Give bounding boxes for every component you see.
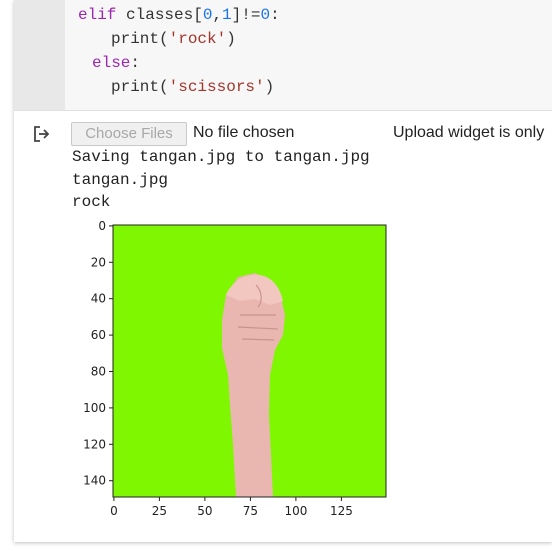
y-tick-label: 40: [91, 292, 106, 306]
image-plot: 0 20 40 60 80 100 120 140 0 25 50 75 100 125: [70, 215, 400, 530]
y-tick-label: 20: [91, 255, 106, 269]
x-tick-label: 100: [284, 504, 307, 518]
output-prediction-line: rock: [72, 193, 111, 211]
y-tick-label: 60: [91, 328, 106, 342]
y-axis-ticks: 0 20 40 60 80 100 120 140: [83, 219, 113, 488]
y-tick-label: 80: [91, 365, 106, 379]
output-saving-line: Saving tangan.jpg to tangan.jpg: [72, 148, 370, 166]
x-tick-label: 0: [110, 504, 118, 518]
output-filename-line: tangan.jpg: [72, 171, 169, 189]
choose-files-button[interactable]: Choose Files: [71, 122, 187, 146]
cell-gutter: [14, 0, 65, 110]
code-line-print-scissors: print('scissors'): [111, 78, 275, 96]
code-line-else: else:: [92, 54, 141, 72]
file-status-label: No file chosen: [193, 124, 295, 141]
y-tick-label: 140: [83, 474, 106, 488]
image-plot-svg: 0 20 40 60 80 100 120 140 0 25 50 75 100 125: [83, 219, 387, 518]
x-tick-label: 125: [330, 504, 353, 518]
x-axis-ticks: 0 25 50 75 100 125: [110, 497, 353, 518]
x-tick-label: 50: [197, 504, 212, 518]
code-line-print-rock: print('rock'): [111, 30, 236, 48]
upload-widget-note: Upload widget is only: [393, 124, 545, 141]
output-exit-icon[interactable]: [32, 124, 52, 144]
y-tick-label: 100: [83, 401, 106, 415]
y-tick-label: 120: [83, 437, 106, 451]
x-tick-label: 75: [243, 504, 258, 518]
x-tick-label: 25: [152, 504, 167, 518]
y-tick-label: 0: [98, 219, 106, 233]
code-line-elif: elif classes[0,1]!=0:: [78, 6, 280, 24]
cell-output-divider: [14, 110, 552, 111]
